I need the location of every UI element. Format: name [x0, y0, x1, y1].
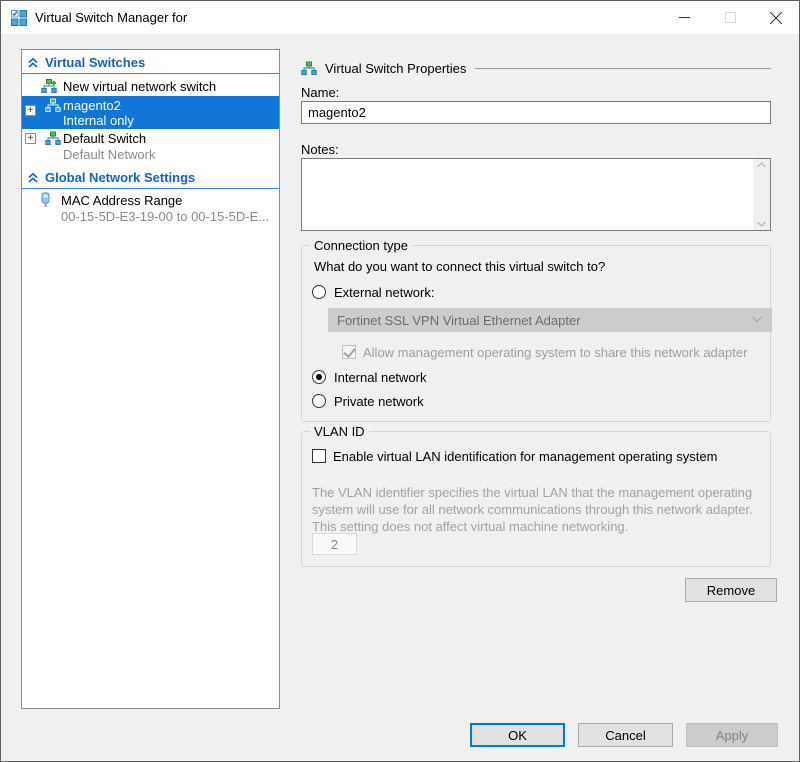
maximize-button[interactable] — [707, 1, 753, 34]
enable-vlan-label: Enable virtual LAN identification for ma… — [333, 449, 718, 464]
external-network-radio[interactable] — [312, 285, 326, 299]
close-icon — [770, 11, 782, 24]
name-label: Name: — [301, 85, 340, 100]
adapter-dropdown: Fortinet SSL VPN Virtual Ethernet Adapte… — [328, 308, 772, 332]
adapter-dropdown-value: Fortinet SSL VPN Virtual Ethernet Adapte… — [337, 312, 581, 328]
apply-button: Apply — [686, 723, 778, 747]
properties-title: Virtual Switch Properties — [325, 60, 467, 76]
virtual-switch-manager-window: Virtual Switch Manager for Virtual Switc… — [0, 0, 800, 762]
double-chevron-up-icon — [28, 57, 38, 68]
network-switch-icon — [45, 98, 61, 112]
maximize-icon — [724, 12, 736, 23]
close-button[interactable] — [753, 1, 799, 34]
notes-scrollbar[interactable] — [753, 159, 770, 230]
switch-tree-sidebar: Virtual Switches New virtual network swi… — [21, 49, 280, 709]
header-rule — [475, 68, 771, 69]
scroll-down-icon[interactable] — [757, 221, 766, 227]
vlan-id-group: VLAN ID Enable virtual LAN identificatio… — [301, 424, 771, 567]
tree-item-magento2[interactable]: + magento2 Internal only — [22, 96, 279, 129]
scroll-up-icon[interactable] — [757, 162, 766, 168]
virtual-switches-header-label: Virtual Switches — [45, 55, 146, 70]
tree-item-subtitle: Default Network — [63, 147, 156, 162]
share-adapter-label: Allow management operating system to sha… — [363, 345, 748, 360]
tree-item-name: Default Switch — [63, 131, 147, 146]
network-switch-add-icon — [41, 79, 57, 93]
private-network-label: Private network — [334, 394, 424, 409]
internal-network-radio[interactable] — [312, 370, 326, 384]
network-switch-icon — [45, 131, 61, 145]
tree-item-subtitle: Internal only — [63, 113, 134, 128]
external-network-label: External network: — [334, 285, 435, 300]
vlan-group-label: VLAN ID — [310, 424, 369, 439]
notes-field-container — [301, 158, 771, 231]
mac-range-value: 00-15-5D-E3-19-00 to 00-15-5D-E... — [61, 209, 270, 224]
chevron-down-icon — [752, 316, 762, 323]
minimize-icon — [678, 17, 690, 18]
window-controls — [661, 1, 799, 34]
expander-plus-icon[interactable]: + — [25, 105, 36, 116]
cancel-button[interactable]: Cancel — [578, 723, 673, 747]
global-settings-section-header[interactable]: Global Network Settings — [22, 168, 279, 188]
new-switch-label: New virtual network switch — [63, 79, 217, 94]
properties-header: Virtual Switch Properties — [301, 59, 771, 77]
title-bar: Virtual Switch Manager for — [1, 1, 799, 34]
expander-plus-icon[interactable]: + — [25, 133, 36, 144]
tree-item-name: magento2 — [63, 98, 121, 113]
internal-network-label: Internal network — [334, 370, 427, 385]
ok-button[interactable]: OK — [470, 723, 565, 747]
notes-label: Notes: — [301, 142, 339, 157]
global-settings-header-label: Global Network Settings — [45, 170, 196, 185]
minimize-button[interactable] — [661, 1, 707, 34]
window-title: Virtual Switch Manager for — [35, 10, 188, 25]
network-switch-icon — [301, 61, 317, 75]
double-chevron-up-icon — [28, 172, 38, 183]
connection-type-group: Connection type What do you want to conn… — [301, 238, 772, 422]
share-adapter-checkbox — [342, 345, 356, 359]
network-adapter-icon — [41, 192, 50, 207]
enable-vlan-checkbox[interactable] — [312, 449, 326, 463]
connection-type-group-label: Connection type — [310, 238, 412, 253]
section-divider — [22, 188, 279, 189]
notes-textarea[interactable] — [302, 159, 753, 230]
switch-name-input[interactable] — [301, 101, 771, 124]
virtual-switches-section-header[interactable]: Virtual Switches — [22, 53, 279, 73]
vlan-description: The VLAN identifier specifies the virtua… — [312, 485, 753, 535]
private-network-radio[interactable] — [312, 394, 326, 408]
vlan-id-input — [312, 533, 357, 555]
connection-question: What do you want to connect this virtual… — [314, 259, 606, 274]
hyperv-switch-manager-icon — [11, 9, 27, 26]
mac-range-label: MAC Address Range — [61, 193, 183, 208]
remove-button[interactable]: Remove — [685, 578, 777, 602]
section-divider — [22, 73, 279, 74]
